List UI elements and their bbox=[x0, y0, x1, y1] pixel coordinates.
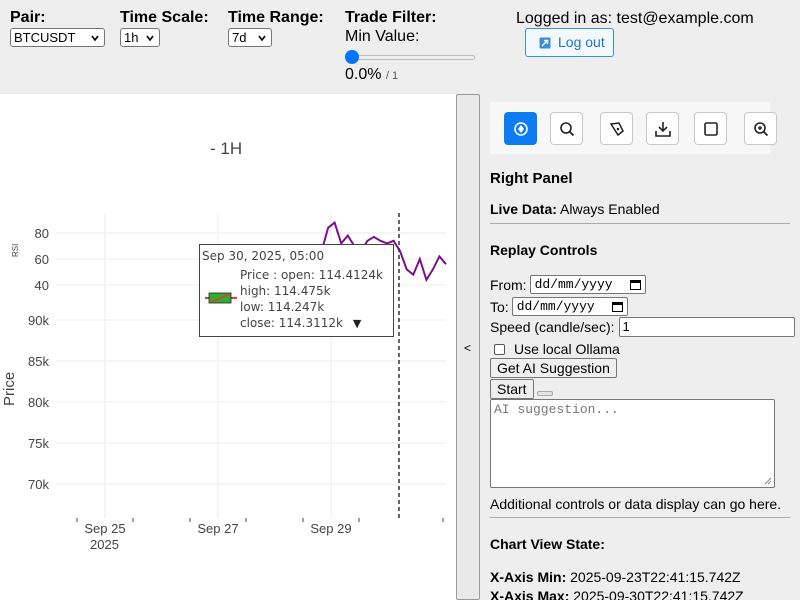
start-button[interactable]: Start bbox=[490, 379, 534, 399]
collapse-panel-button[interactable]: < bbox=[456, 94, 480, 600]
zoom-area-button[interactable] bbox=[550, 112, 583, 145]
view-state-title: Chart View State: bbox=[490, 536, 605, 552]
price-axis-label: Price bbox=[1, 372, 18, 406]
min-value-label: Min Value: bbox=[345, 28, 420, 45]
rsi-tick-label: 60 bbox=[35, 252, 49, 267]
divider bbox=[490, 223, 790, 224]
pair-control: Pair: BTCUSDT bbox=[10, 9, 105, 47]
price-ticks: 90k 85k 80k 75k 70k bbox=[28, 313, 49, 492]
tooltip-open: Price : open: 114.4124k bbox=[240, 268, 383, 282]
time-scale-select[interactable]: 1h bbox=[120, 28, 160, 47]
tooltip-high: high: 114.475k bbox=[240, 284, 331, 298]
price-tick-label: 90k bbox=[28, 313, 49, 328]
time-range-label: Time Range: bbox=[228, 9, 324, 26]
pair-select[interactable]: BTCUSDT bbox=[10, 28, 105, 47]
tooltip-date: Sep 30, 2025, 05:00 bbox=[202, 249, 325, 263]
candle-icon bbox=[205, 292, 237, 304]
rsi-tick-label: 80 bbox=[35, 226, 49, 241]
time-scale-label: Time Scale: bbox=[120, 9, 209, 26]
ai-suggestion-textarea[interactable]: AI suggestion... bbox=[490, 399, 775, 488]
to-row: To: dd/mm/yyyy bbox=[490, 297, 628, 316]
right-panel-title: Right Panel bbox=[490, 170, 573, 187]
min-value-slider[interactable] bbox=[345, 50, 475, 64]
tooltip-arrow: ▼ bbox=[352, 317, 362, 330]
calendar-icon[interactable] bbox=[611, 301, 623, 312]
rsi-axis-label: RSI bbox=[11, 244, 20, 257]
speed-input[interactable]: 1 bbox=[618, 317, 795, 337]
download-button[interactable] bbox=[646, 112, 679, 145]
x-tick-label: Sep 27 bbox=[197, 521, 238, 536]
x-tick-label: Sep 25 bbox=[84, 521, 125, 536]
chevron-down-icon bbox=[258, 35, 266, 42]
x-ticks: Sep 25 Sep 27 Sep 29 bbox=[76, 518, 444, 536]
get-ai-suggestion-button[interactable]: Get AI Suggestion bbox=[490, 358, 617, 378]
speed-label: Speed (candle/sec): bbox=[490, 319, 615, 335]
zoom-in-icon bbox=[754, 122, 769, 137]
x-axis-min-value: 2025-09-23T22:41:15.742Z bbox=[570, 569, 741, 585]
live-data-value: Always Enabled bbox=[560, 201, 660, 217]
draw-button[interactable] bbox=[600, 112, 633, 145]
chart-toolbar bbox=[490, 102, 777, 154]
x-axis-max-value: 2025-09-30T22:41:15.742Z bbox=[573, 588, 744, 600]
tooltip-close: close: 114.3112k bbox=[240, 316, 343, 330]
x-axis-min-row: X-Axis Min: 2025-09-23T22:41:15.742Z bbox=[490, 569, 741, 585]
time-range-select[interactable]: 7d bbox=[228, 28, 272, 47]
collapse-arrow: < bbox=[464, 341, 472, 355]
right-panel: Right Panel Live Data: Always Enabled Re… bbox=[480, 94, 800, 600]
x-axis-max-row: X-Axis Max: 2025-09-30T22:41:15.742Z bbox=[490, 588, 744, 600]
draw-icon bbox=[609, 122, 624, 137]
pair-label: Pair: bbox=[10, 9, 46, 26]
pan-button[interactable] bbox=[504, 112, 537, 145]
rsi-ticks: 80 60 40 bbox=[35, 226, 49, 293]
download-icon bbox=[655, 122, 671, 137]
x-year-label: 2025 bbox=[90, 537, 119, 552]
logged-in-text: Logged in as: test@example.com bbox=[516, 10, 754, 27]
zoom-area-icon bbox=[560, 122, 575, 137]
trade-filter-control: Trade Filter: Min Value: 0.0% / 1 bbox=[345, 9, 485, 94]
chart-area[interactable]: - 1H RSI Price 80 60 40 90k 85k 80k 75k 70k Se… bbox=[0, 94, 456, 600]
price-tick-label: 85k bbox=[28, 354, 49, 369]
to-date-input[interactable]: dd/mm/yyyy bbox=[511, 297, 628, 316]
box-select-icon bbox=[704, 122, 718, 136]
to-label: To: bbox=[490, 298, 509, 315]
price-tick-label: 80k bbox=[28, 395, 49, 410]
pan-icon bbox=[514, 122, 528, 136]
ollama-label: Use local Ollama bbox=[514, 341, 620, 357]
divider bbox=[490, 517, 790, 518]
resize-grip-icon[interactable] bbox=[764, 477, 772, 485]
x-tick-label: Sep 29 bbox=[310, 521, 351, 536]
ollama-row: Use local Ollama bbox=[490, 341, 620, 357]
zoom-in-button[interactable] bbox=[744, 112, 777, 145]
hover-tooltip: Sep 30, 2025, 05:00 Price : open: 114.41… bbox=[199, 244, 394, 337]
price-tick-label: 75k bbox=[28, 436, 49, 451]
box-select-button[interactable] bbox=[694, 112, 727, 145]
trade-filter-label: Trade Filter: bbox=[345, 9, 437, 26]
top-bar: Pair: BTCUSDT Time Scale: 1h Time Range:… bbox=[0, 0, 800, 94]
chevron-down-icon bbox=[91, 35, 99, 42]
from-date-input[interactable]: dd/mm/yyyy bbox=[529, 275, 646, 294]
logout-button[interactable]: Log out bbox=[525, 28, 614, 57]
live-data-row: Live Data: Always Enabled bbox=[490, 201, 660, 217]
additional-text: Additional controls or data display can … bbox=[490, 496, 782, 512]
speed-row: Speed (candle/sec): 1 bbox=[490, 317, 795, 337]
rsi-tick-label: 40 bbox=[35, 278, 49, 293]
replay-controls-title: Replay Controls bbox=[490, 242, 598, 258]
time-scale-control: Time Scale: 1h bbox=[120, 9, 209, 47]
filter-percent: 0.0% / 1 bbox=[345, 66, 399, 83]
from-row: From: dd/mm/yyyy bbox=[490, 275, 646, 294]
calendar-icon[interactable] bbox=[629, 279, 641, 290]
price-chart[interactable]: RSI Price 806040 90k85k80k75k70k Sep 25 S… bbox=[0, 94, 456, 600]
stop-button[interactable] bbox=[537, 391, 553, 396]
chevron-down-icon bbox=[146, 35, 154, 42]
tooltip-low: low: 114.247k bbox=[240, 300, 325, 314]
slider-thumb[interactable] bbox=[345, 50, 359, 64]
logout-icon bbox=[539, 37, 551, 49]
time-range-control: Time Range: 7d bbox=[228, 9, 324, 47]
from-label: From: bbox=[490, 276, 527, 293]
price-tick-label: 70k bbox=[28, 477, 49, 492]
ollama-checkbox[interactable] bbox=[494, 343, 505, 355]
